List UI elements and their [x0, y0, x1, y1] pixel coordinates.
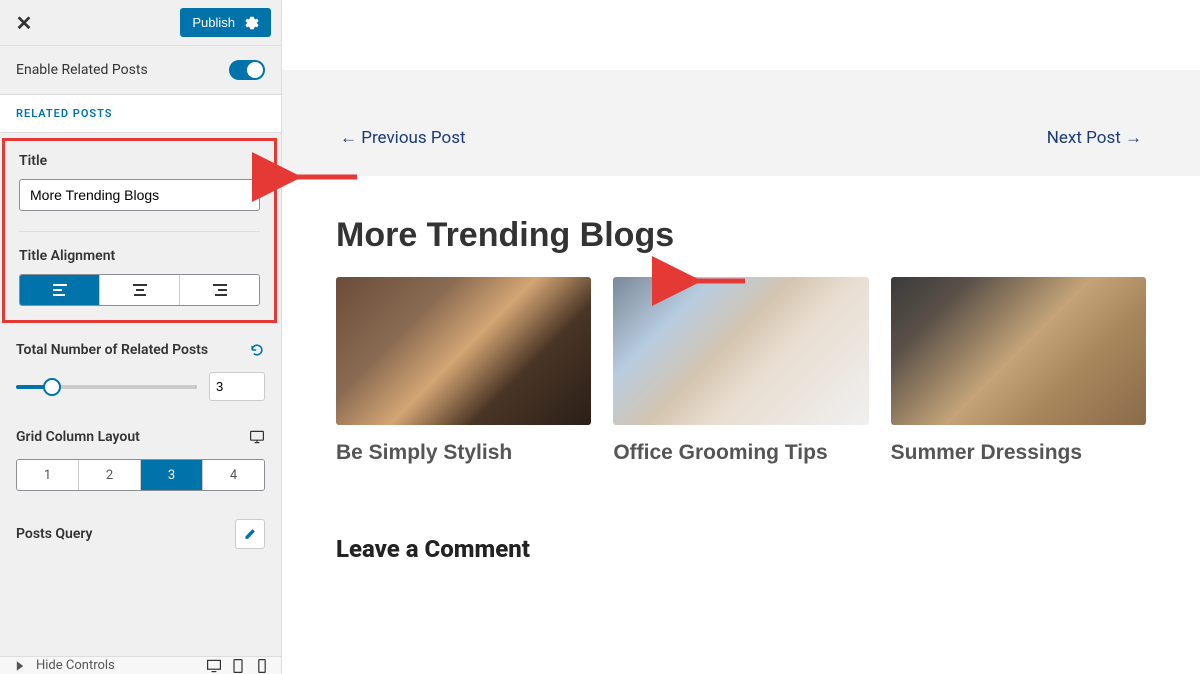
comment-title: Leave a Comment	[336, 535, 1146, 563]
title-label: Title	[19, 153, 260, 169]
device-desktop-icon[interactable]	[206, 658, 222, 674]
device-mobile-icon[interactable]	[254, 658, 270, 674]
total-posts-slider-row	[16, 372, 265, 401]
align-center-icon	[132, 283, 148, 297]
align-right-icon	[212, 283, 228, 297]
card-title: Summer Dressings	[891, 441, 1146, 465]
grid-layout-section: Grid Column Layout 1 2 3 4	[0, 415, 281, 505]
total-posts-value[interactable]	[209, 372, 265, 401]
pencil-icon	[243, 527, 257, 541]
related-posts-block: More Trending Blogs Be Simply Stylish Of…	[296, 176, 1186, 483]
post-navigation: ← Previous Post Next Post →	[282, 70, 1200, 176]
publish-button[interactable]: Publish	[180, 8, 271, 37]
close-button[interactable]: ✕	[10, 9, 38, 37]
title-alignment-group	[19, 274, 260, 306]
grid-col-2[interactable]: 2	[79, 460, 141, 490]
enable-label: Enable Related Posts	[16, 62, 148, 78]
device-tablet-icon[interactable]	[230, 658, 246, 674]
previous-post-link[interactable]: ← Previous Post	[340, 128, 466, 148]
posts-query-section: Posts Query	[0, 505, 281, 563]
align-center-button[interactable]	[100, 275, 180, 305]
total-posts-slider[interactable]	[16, 385, 197, 389]
grid-label: Grid Column Layout	[16, 429, 140, 445]
align-left-button[interactable]	[20, 275, 100, 305]
grid-col-1[interactable]: 1	[17, 460, 79, 490]
posts-query-label: Posts Query	[16, 526, 93, 542]
publish-label: Publish	[192, 15, 235, 30]
hide-controls-label[interactable]: Hide Controls	[36, 658, 115, 673]
card-title: Be Simply Stylish	[336, 441, 591, 465]
section-header: RELATED POSTS	[0, 94, 281, 133]
posts-query-edit-button[interactable]	[235, 519, 265, 549]
gear-icon	[245, 16, 259, 30]
total-posts-section: Total Number of Related Posts	[0, 328, 281, 415]
customizer-sidebar: ✕ Publish Enable Related Posts RELATED P…	[0, 0, 282, 674]
comment-section: Leave a Comment	[296, 505, 1186, 593]
related-post-card[interactable]: Office Grooming Tips	[613, 277, 868, 465]
title-alignment-label: Title Alignment	[19, 248, 260, 264]
align-right-button[interactable]	[180, 275, 259, 305]
grid-col-4[interactable]: 4	[203, 460, 264, 490]
topbar: ✕ Publish	[0, 0, 281, 46]
enable-toggle[interactable]	[229, 60, 265, 80]
collapse-icon[interactable]	[12, 658, 28, 674]
desktop-icon[interactable]	[249, 429, 265, 445]
preview-pane: ← Previous Post Next Post → More Trendin…	[282, 0, 1200, 674]
card-image	[613, 277, 868, 425]
title-input[interactable]	[19, 179, 260, 211]
related-posts-cards: Be Simply Stylish Office Grooming Tips S…	[336, 277, 1146, 465]
related-post-card[interactable]: Summer Dressings	[891, 277, 1146, 465]
card-title: Office Grooming Tips	[613, 441, 868, 465]
related-post-card[interactable]: Be Simply Stylish	[336, 277, 591, 465]
grid-col-3[interactable]: 3	[141, 460, 203, 490]
total-posts-label: Total Number of Related Posts	[16, 342, 208, 358]
card-image	[336, 277, 591, 425]
card-image	[891, 277, 1146, 425]
related-posts-title: More Trending Blogs	[336, 216, 1146, 255]
bottombar: Hide Controls	[0, 656, 282, 674]
next-post-link[interactable]: Next Post →	[1047, 128, 1142, 148]
enable-related-posts-row: Enable Related Posts	[0, 46, 281, 94]
reset-icon[interactable]	[249, 342, 265, 358]
grid-columns-group: 1 2 3 4	[16, 459, 265, 491]
align-left-icon	[52, 283, 68, 297]
title-section-highlight: Title Title Alignment	[2, 138, 277, 323]
